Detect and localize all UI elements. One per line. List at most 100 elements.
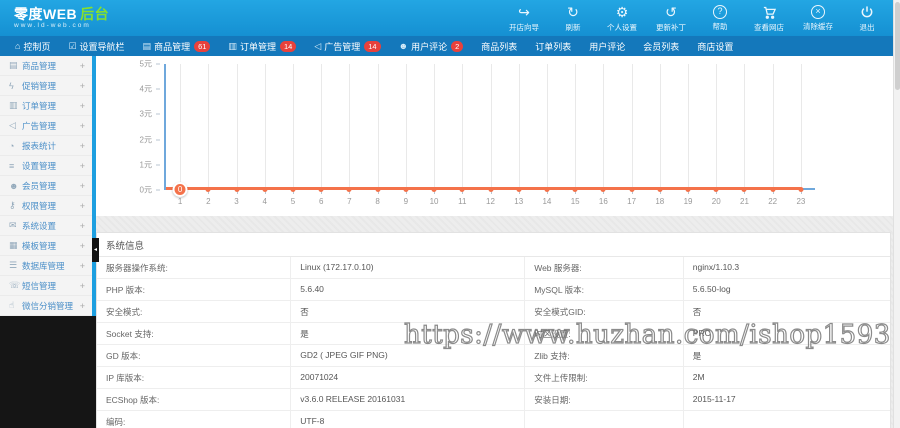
expand-plus-icon[interactable]: + bbox=[80, 101, 85, 111]
sidebar-item-7[interactable]: ☻ 会员管理 + bbox=[0, 176, 92, 196]
scrollbar-thumb[interactable] bbox=[895, 2, 900, 90]
expand-plus-icon[interactable]: + bbox=[80, 141, 85, 151]
info-label: 安全模式: bbox=[97, 301, 292, 322]
chart-data-point bbox=[685, 187, 691, 192]
nav-item-2[interactable]: ☑ 设置导航栏 bbox=[59, 36, 133, 56]
chart-x-tick-label: 22 bbox=[768, 197, 778, 206]
info-label: Web 服务器: bbox=[525, 257, 684, 278]
logo[interactable]: 零度WEB 后台 www.ld-web.com bbox=[0, 7, 109, 30]
nav-item-4[interactable]: ▥ 订单管理 14 bbox=[219, 36, 305, 56]
logout-power-icon bbox=[860, 4, 874, 20]
table-row: PHP 版本: 5.6.40 MySQL 版本: 5.6.50-log bbox=[97, 279, 890, 301]
nav-item-8[interactable]: 订单列表 bbox=[526, 36, 580, 56]
chart-y-tick-label: 1元 bbox=[139, 160, 152, 170]
info-label: IP 库版本: bbox=[97, 367, 292, 388]
expand-plus-icon[interactable]: + bbox=[80, 81, 85, 91]
expand-plus-icon[interactable]: + bbox=[80, 181, 85, 191]
orders-icon: ▥ bbox=[228, 40, 237, 51]
nav-item-9[interactable]: 用户评论 bbox=[580, 36, 634, 56]
chart-y-tickmark bbox=[156, 189, 160, 191]
nav-item-3[interactable]: ▤ 商品管理 61 bbox=[134, 36, 220, 56]
expand-plus-icon[interactable]: + bbox=[80, 301, 85, 311]
info-value: 2M bbox=[692, 372, 705, 382]
help-button[interactable]: ? 帮助 bbox=[703, 4, 737, 32]
nav-badge: 14 bbox=[364, 40, 381, 52]
sidebar-item-2[interactable]: ϟ 促销管理 + bbox=[0, 76, 92, 96]
template-grid-icon: ▦ bbox=[9, 240, 18, 250]
chart-x-tick-label: 2 bbox=[206, 197, 211, 206]
chart-data-point bbox=[403, 187, 409, 192]
chart-data-point bbox=[544, 187, 550, 192]
sidebar-collapse-handle[interactable]: ◂ bbox=[92, 238, 99, 262]
system-mail-icon: ✉ bbox=[9, 220, 17, 230]
sidebar-item-9[interactable]: ✉ 系统设置 + bbox=[0, 216, 92, 236]
wizard-arrow-button[interactable]: ↪ 开店向导 bbox=[507, 4, 541, 33]
chart-x-tick-label: 17 bbox=[627, 197, 637, 206]
sidebar-item-11[interactable]: ☰ 数据库管理 + bbox=[0, 256, 92, 276]
expand-plus-icon[interactable]: + bbox=[80, 261, 85, 271]
table-row: ECShop 版本: v3.6.0 RELEASE 20161031 安装日期: 20… bbox=[97, 389, 890, 411]
chart-gridline bbox=[349, 64, 351, 188]
sidebar-item-label: 权限管理 bbox=[22, 200, 57, 211]
nav-item-10[interactable]: 会员列表 bbox=[634, 36, 688, 56]
expand-plus-icon[interactable]: + bbox=[80, 221, 85, 231]
expand-plus-icon[interactable]: + bbox=[80, 281, 85, 291]
chart-x-tick-label: 21 bbox=[740, 197, 749, 206]
chart-gridline bbox=[264, 64, 266, 188]
clear-cache-button[interactable]: × 清除缓存 bbox=[801, 4, 835, 32]
expand-plus-icon[interactable]: + bbox=[80, 121, 85, 131]
info-label: 安全模式GID: bbox=[525, 301, 684, 322]
chart-data-point bbox=[488, 187, 493, 192]
expand-plus-icon[interactable]: + bbox=[80, 241, 85, 251]
sidebar-item-10[interactable]: ▦ 模板管理 + bbox=[0, 236, 92, 256]
store-cart-icon bbox=[762, 4, 777, 20]
refresh-icon: ↻ bbox=[567, 3, 579, 20]
header-action-label: 开店向导 bbox=[509, 22, 539, 32]
sidebar-item-1[interactable]: ▤ 商品管理 + bbox=[0, 56, 92, 76]
chart-x-tick-label: 8 bbox=[375, 197, 380, 206]
nav-item-6[interactable]: ☻ 用户评论 2 bbox=[390, 36, 473, 56]
nav-item-1[interactable]: ⌂ 控制页 bbox=[6, 36, 59, 56]
sidebar-item-3[interactable]: ▥ 订单管理 + bbox=[0, 96, 92, 116]
update-patch-icon: ↺ bbox=[665, 3, 677, 20]
expand-plus-icon[interactable]: + bbox=[80, 201, 85, 211]
system-info-table: 服务器操作系统: Linux (172.17.0.10) Web 服务器: nginx… bbox=[97, 257, 890, 428]
sidebar-item-13[interactable]: ☝ 微信分销管理 + bbox=[0, 296, 92, 316]
sidebar-item-12[interactable]: ☏ 短信管理 + bbox=[0, 276, 92, 296]
sms-phone-icon: ☏ bbox=[9, 280, 21, 290]
nav-item-11[interactable]: 商店设置 bbox=[688, 36, 742, 56]
sidebar-item-8[interactable]: ⚷ 权限管理 + bbox=[0, 196, 92, 216]
clear-cache-icon: × bbox=[811, 4, 825, 19]
update-patch-button[interactable]: ↺ 更新补丁 bbox=[654, 4, 688, 33]
chart-data-point bbox=[346, 187, 352, 192]
nav-item-label: 用户评论 bbox=[411, 41, 448, 52]
chart-x-tick-label: 3 bbox=[234, 197, 239, 206]
refresh-button[interactable]: ↻ 刷新 bbox=[556, 4, 590, 33]
chart-data-point bbox=[713, 187, 719, 192]
logout-power-button[interactable]: 退出 bbox=[850, 4, 884, 33]
sidebar-item-6[interactable]: ≡ 设置管理 + bbox=[0, 156, 92, 176]
chart-x-tick-label: 11 bbox=[458, 197, 467, 206]
gear-button[interactable]: ⚙ 个人设置 bbox=[605, 4, 639, 33]
sidebar-item-label: 订单管理 bbox=[22, 100, 57, 111]
sidebar-item-4[interactable]: ◁ 广告管理 + bbox=[0, 116, 92, 136]
goods-folder-icon: ▤ bbox=[9, 60, 18, 70]
system-info-title: 系统信息 bbox=[97, 233, 890, 257]
sales-chart-panel: 5元 4元 3元 2元 1元 0元 1 2 3 4 5 6 7 8 9 10 11 12 13 14 15 16 17 18… bbox=[96, 56, 893, 216]
store-cart-button[interactable]: 查看网店 bbox=[752, 4, 786, 33]
expand-plus-icon[interactable]: + bbox=[80, 61, 85, 71]
chart-x-tick-label: 16 bbox=[598, 197, 608, 206]
help-icon: ? bbox=[713, 4, 727, 19]
chart-gridline bbox=[800, 64, 802, 188]
info-label: Zlib 支持: bbox=[525, 345, 684, 366]
nav-item-label: 商店设置 bbox=[697, 41, 734, 52]
chart-x-tick-label: 4 bbox=[262, 197, 267, 206]
nav-item-7[interactable]: 商品列表 bbox=[472, 36, 526, 56]
sidebar-item-label: 设置管理 bbox=[22, 160, 57, 171]
sidebar-item-5[interactable]: ◔ 报表统计 + bbox=[0, 136, 92, 156]
chart-gridline bbox=[490, 64, 492, 188]
expand-plus-icon[interactable]: + bbox=[80, 161, 85, 171]
nav-item-5[interactable]: ◁ 广告管理 14 bbox=[305, 36, 389, 56]
sidebar-item-label: 模板管理 bbox=[22, 240, 57, 251]
wizard-arrow-icon: ↪ bbox=[518, 3, 530, 20]
